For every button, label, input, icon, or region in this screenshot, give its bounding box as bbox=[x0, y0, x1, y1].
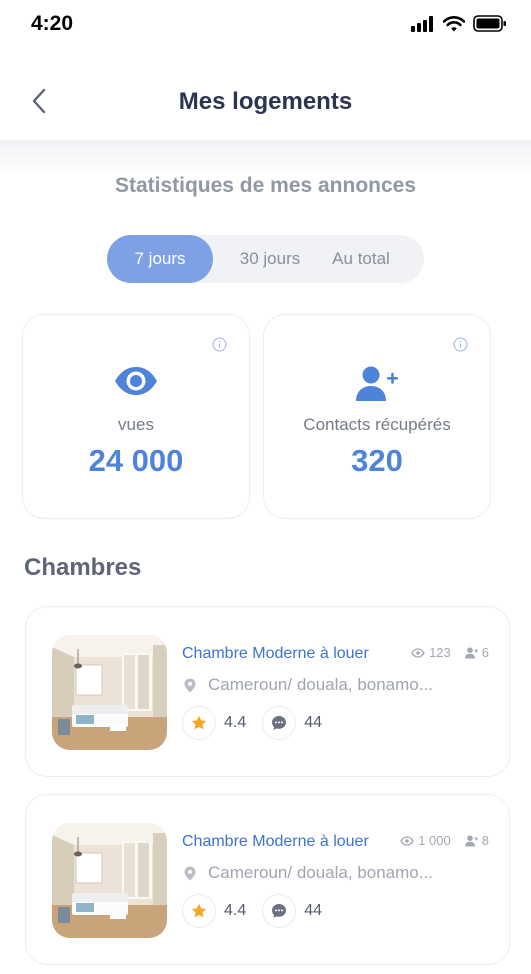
info-icon[interactable] bbox=[212, 337, 227, 352]
listing-title[interactable]: Chambre Moderne à louer bbox=[182, 645, 369, 663]
star-icon bbox=[191, 715, 207, 730]
battery-icon bbox=[473, 15, 506, 32]
room-photo bbox=[52, 635, 167, 750]
location-pin-icon bbox=[184, 866, 196, 880]
wifi-icon bbox=[443, 15, 465, 31]
stats-subtitle: Statistiques de mes annonces bbox=[114, 174, 417, 197]
listing-contacts-count: 6 bbox=[481, 645, 489, 660]
page-title: Mes logements bbox=[178, 88, 353, 115]
stat-value-contacts: 320 bbox=[351, 443, 403, 478]
stat-label-views: vues bbox=[118, 415, 154, 434]
location-pin-icon bbox=[184, 678, 196, 692]
header: Mes logements bbox=[0, 52, 531, 142]
room-photo bbox=[52, 823, 167, 938]
stat-label-contacts: Contacts récupérés bbox=[303, 415, 451, 434]
eye-icon bbox=[115, 367, 157, 395]
listing-title[interactable]: Chambre Moderne à louer bbox=[182, 833, 369, 851]
tab-total[interactable]: Au total bbox=[321, 235, 401, 283]
user-plus-icon bbox=[464, 646, 478, 658]
listing-views-count: 1 000 bbox=[418, 833, 451, 848]
status-bar: 4:20 bbox=[0, 0, 531, 52]
listing-stats-row: 4.4 44 bbox=[182, 894, 338, 928]
listing-rating: 4.4 bbox=[224, 902, 247, 919]
user-plus-icon bbox=[356, 366, 398, 401]
tab-30-days[interactable]: 30 jours bbox=[227, 235, 313, 283]
listing-views-count: 123 bbox=[429, 645, 451, 660]
period-tabs: 7 jours 30 jours Au total bbox=[107, 235, 424, 283]
listing-comments-count: 44 bbox=[304, 714, 323, 731]
stat-card-views: vues 24 000 bbox=[22, 314, 250, 519]
rating-badge bbox=[182, 706, 216, 740]
eye-icon bbox=[400, 835, 414, 846]
comments-badge[interactable] bbox=[262, 894, 297, 928]
listing-meta: 123 6 bbox=[411, 645, 489, 660]
listing-comments-count: 44 bbox=[304, 902, 323, 919]
status-time: 4:20 bbox=[31, 12, 74, 35]
comments-badge[interactable] bbox=[262, 706, 297, 740]
stat-card-contacts: Contacts récupérés 320 bbox=[263, 314, 491, 519]
rating-badge bbox=[182, 894, 216, 928]
header-divider-shadow bbox=[0, 140, 531, 176]
tab-7-days[interactable]: 7 jours bbox=[107, 235, 213, 283]
listing-contacts-count: 8 bbox=[481, 833, 489, 848]
listing-rating: 4.4 bbox=[224, 714, 247, 731]
stat-value-views: 24 000 bbox=[88, 443, 184, 478]
eye-icon bbox=[411, 647, 425, 658]
listing-card[interactable]: Chambre Moderne à louer 123 6 Cameroun/ … bbox=[25, 606, 510, 777]
user-plus-icon bbox=[464, 834, 478, 846]
status-icons bbox=[411, 15, 507, 32]
listing-location-text: Cameroun/ douala, bonamo... bbox=[208, 675, 433, 694]
listing-location: Cameroun/ douala, bonamo... bbox=[184, 863, 433, 883]
star-icon bbox=[191, 903, 207, 918]
rooms-heading: Chambres bbox=[24, 554, 142, 581]
listing-location: Cameroun/ douala, bonamo... bbox=[184, 675, 433, 695]
info-icon[interactable] bbox=[453, 337, 468, 352]
chat-bubble-icon bbox=[272, 904, 287, 918]
listing-meta: 1 000 8 bbox=[400, 833, 489, 848]
cellular-signal-icon bbox=[411, 15, 433, 32]
listing-stats-row: 4.4 44 bbox=[182, 706, 338, 740]
listing-location-text: Cameroun/ douala, bonamo... bbox=[208, 863, 433, 882]
listing-card[interactable]: Chambre Moderne à louer 1 000 8 Cameroun… bbox=[25, 794, 510, 965]
chat-bubble-icon bbox=[272, 716, 287, 730]
